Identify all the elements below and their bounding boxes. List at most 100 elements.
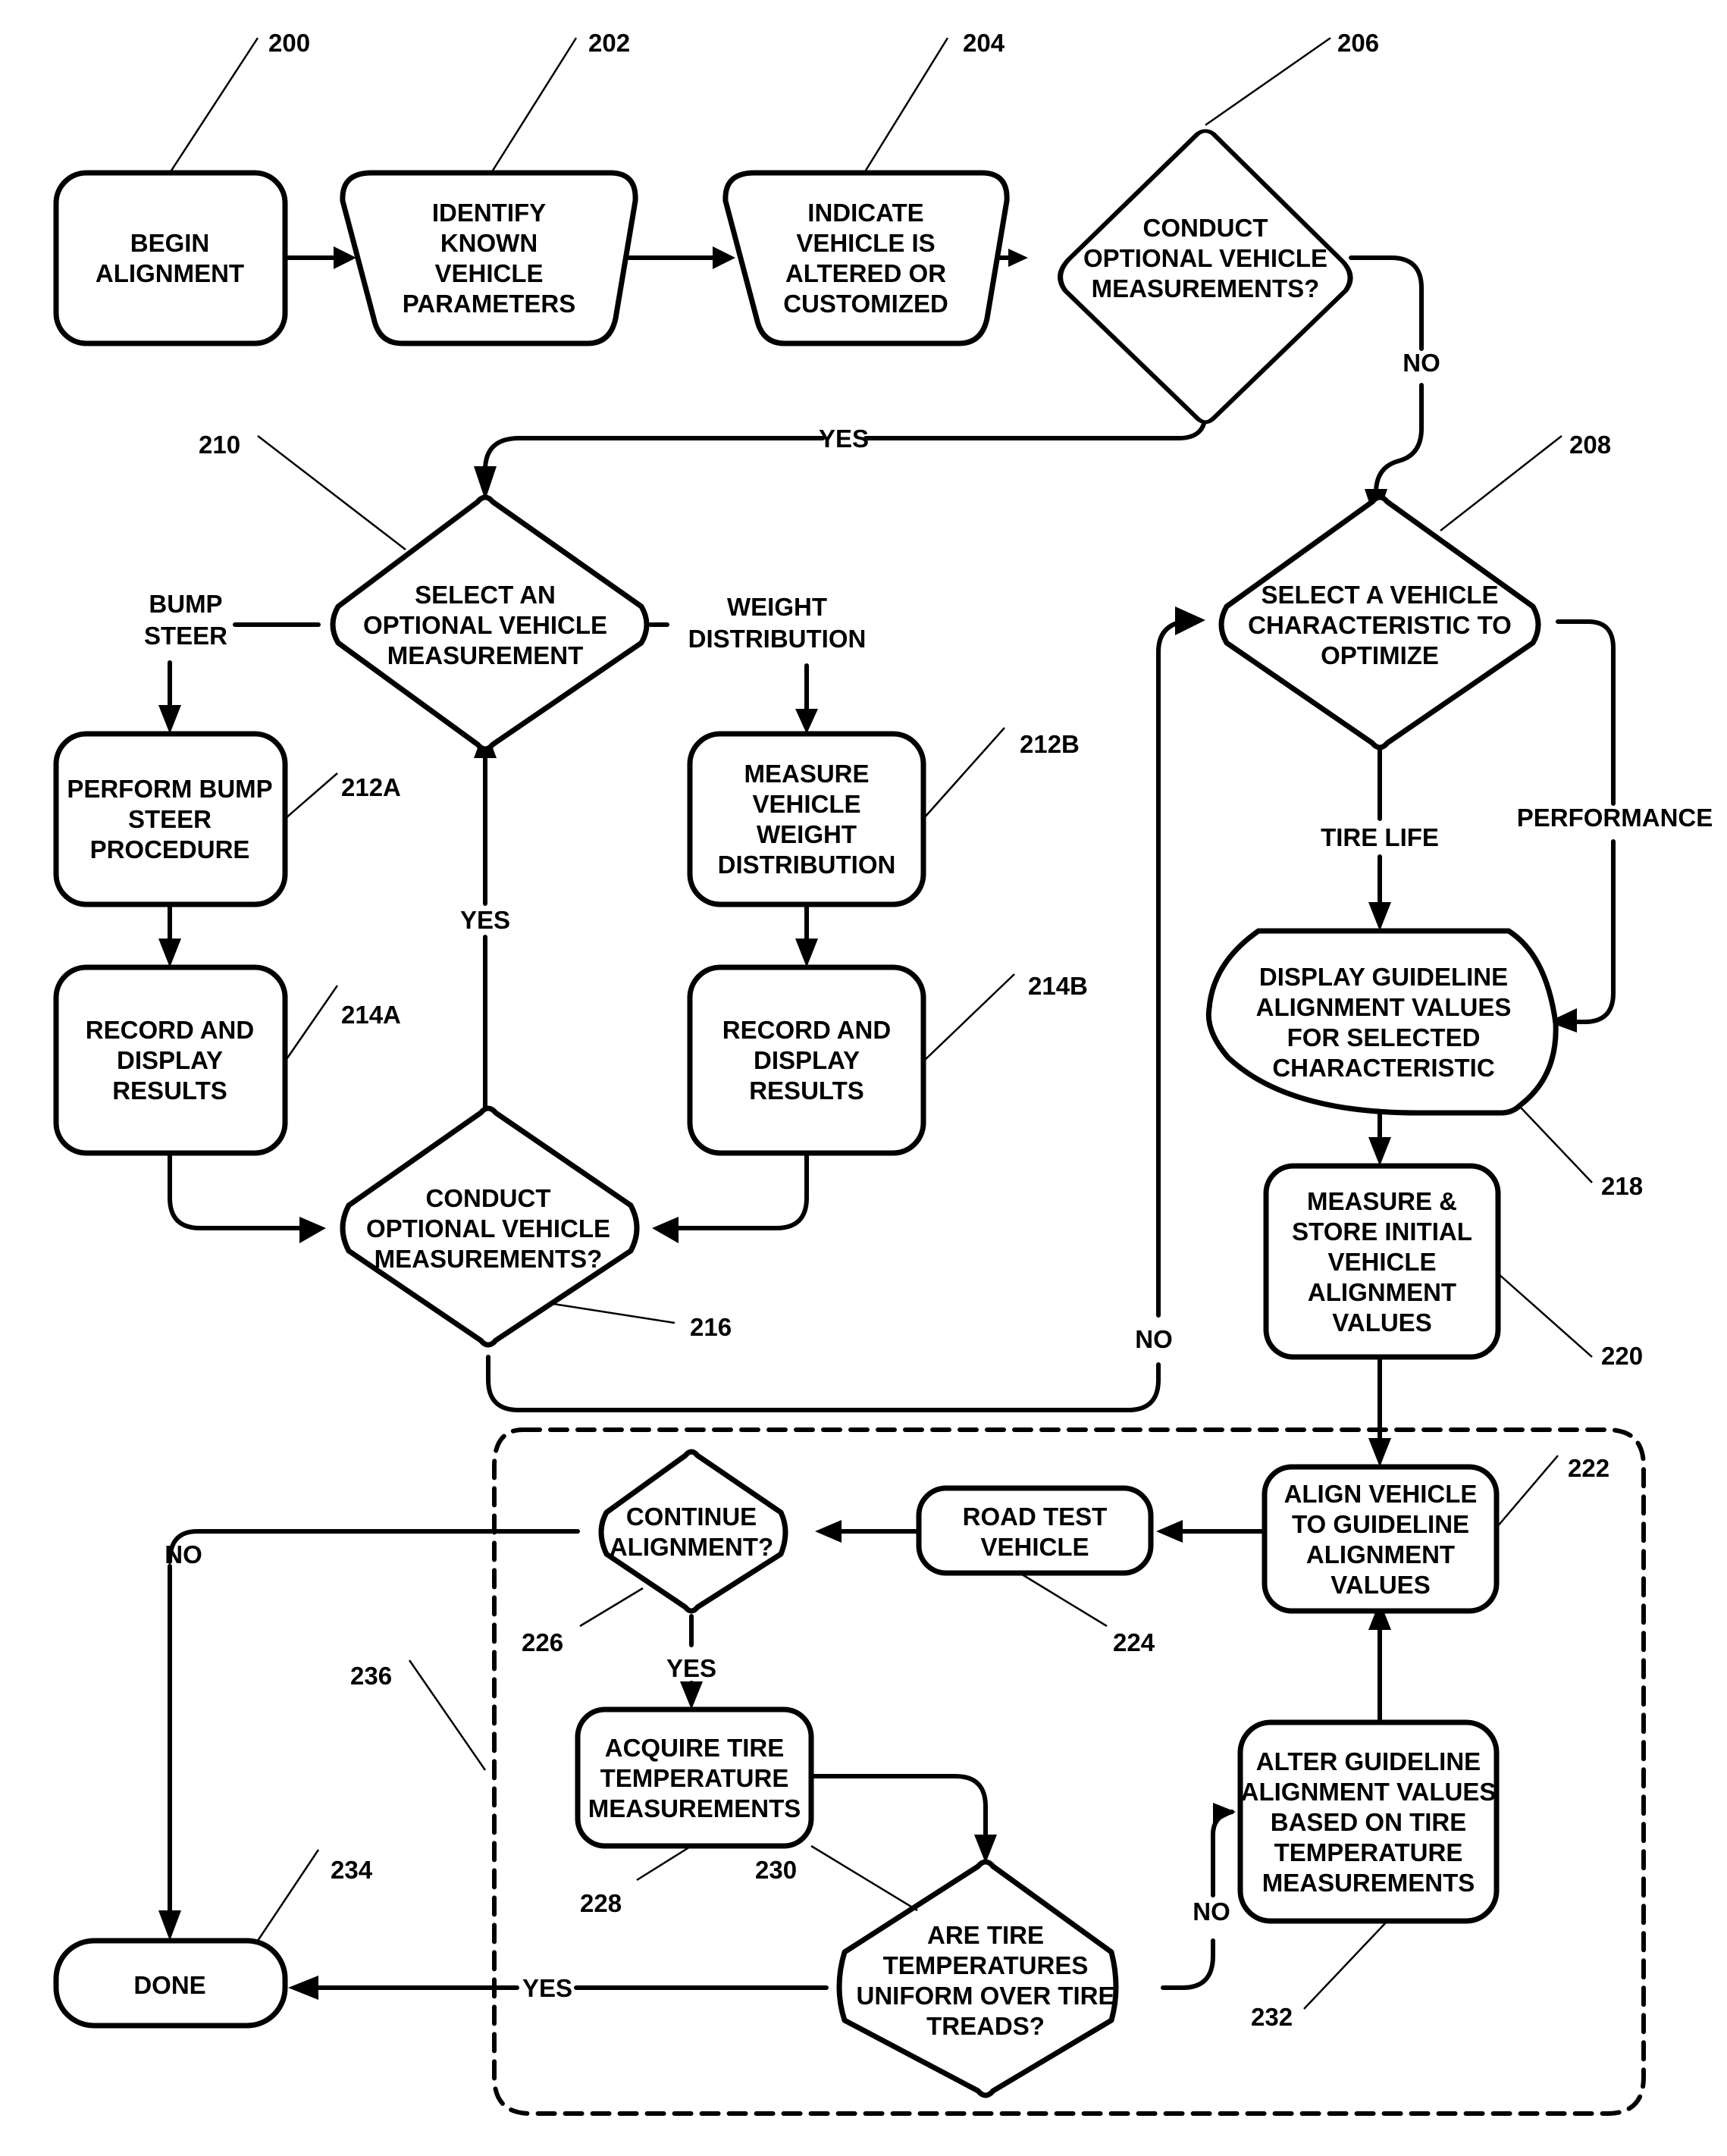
reference-number-200: 200 [268, 29, 310, 57]
reference-number-206: 206 [1337, 29, 1379, 57]
node-label-216: MEASUREMENTS? [375, 1245, 603, 1273]
edge-label-e206-yes: YES [819, 425, 869, 453]
node-label-202: PARAMETERS [403, 290, 576, 318]
leader-206 [1205, 36, 1331, 127]
node-200-begin-alignment[interactable] [53, 170, 288, 346]
node-label-204: INDICATE [807, 199, 923, 227]
node-label-222: TO GUIDELINE [1292, 1510, 1469, 1538]
edge-label-e230-yes: YES [522, 1974, 572, 2002]
node-label-202: KNOWN [440, 229, 538, 257]
reference-number-234: 234 [331, 1856, 373, 1884]
node-label-202: VEHICLE [434, 259, 543, 287]
edge-label-e226-no: NO [165, 1540, 202, 1568]
leader-228 [636, 1844, 692, 1882]
node-label-214B: DISPLAY [754, 1046, 860, 1074]
node-label-232: TEMPERATURE [1274, 1838, 1463, 1866]
edge-214A-216 [168, 1150, 306, 1230]
reference-number-232: 232 [1251, 2003, 1293, 2031]
alignment-flowchart: BEGINALIGNMENTIDENTIFYKNOWNVEHICLEPARAME… [53, 29, 1713, 2116]
arrowhead-234-from-230 [288, 1976, 318, 2000]
reference-number-222: 222 [1568, 1454, 1609, 1482]
reference-number-210: 210 [199, 431, 240, 459]
arrowhead-218 [1368, 902, 1391, 931]
node-label-212B: VEHICLE [752, 790, 860, 818]
node-label-226: ALIGNMENT? [610, 1533, 773, 1561]
node-label-224: VEHICLE [980, 1533, 1089, 1561]
node-label-212B: DISTRIBUTION [718, 851, 896, 879]
reference-number-226: 226 [522, 1628, 563, 1656]
arrowhead-220 [1368, 1137, 1391, 1166]
reference-number-220: 220 [1601, 1342, 1643, 1370]
arrowhead-230 [974, 1835, 997, 1863]
reference-number-212A: 212A [341, 773, 401, 801]
edge-label-e210-weight: DISTRIBUTION [688, 625, 867, 653]
node-label-228: TEMPERATURE [600, 1764, 789, 1792]
edge-label-e208-tire: TIRE LIFE [1321, 823, 1439, 851]
arrowhead-234-from-226 [158, 1910, 181, 1941]
reference-number-214B: 214B [1028, 972, 1088, 1000]
node-label-222: VALUES [1331, 1571, 1430, 1599]
node-label-214A: RECORD AND [86, 1016, 254, 1044]
leader-236 [408, 1659, 487, 1771]
leader-212A [284, 772, 338, 819]
node-label-206: MEASUREMENTS? [1092, 274, 1320, 302]
leader-210 [257, 435, 406, 550]
reference-number-204: 204 [963, 29, 1005, 57]
node-label-212B: MEASURE [744, 760, 869, 788]
arrowhead-216-left [299, 1217, 326, 1243]
node-label-210: SELECT AN [415, 581, 556, 609]
node-label-218: DISPLAY GUIDELINE [1259, 963, 1508, 991]
arrowhead-212A [158, 705, 181, 734]
leader-234 [256, 1849, 320, 1941]
node-label-230: UNIFORM OVER TIRE [856, 1982, 1114, 2010]
node-label-226: CONTINUE [626, 1503, 757, 1531]
node-label-210: OPTIONAL VEHICLE [363, 611, 607, 639]
edge-label-e216-yes: YES [460, 906, 510, 934]
reference-number-202: 202 [588, 29, 630, 57]
edge-226-no [168, 1529, 580, 1920]
edge-label-e226-yes: YES [666, 1654, 716, 1682]
node-label-228: MEASUREMENTS [588, 1794, 801, 1822]
arrowhead-206 [1008, 249, 1028, 267]
leader-214A [284, 985, 339, 1062]
node-218-display-guideline[interactable] [1205, 928, 1559, 1116]
node-226-decision[interactable] [598, 1449, 788, 1614]
edge-label-e206-no: NO [1403, 349, 1440, 377]
node-label-214A: RESULTS [112, 1076, 227, 1105]
edge-label-e216-no: NO [1135, 1325, 1173, 1353]
reference-number-218: 218 [1601, 1172, 1643, 1200]
leader-214B [923, 973, 1015, 1062]
node-label-204: VEHICLE IS [796, 229, 935, 257]
reference-number-236: 236 [350, 1662, 392, 1690]
node-label-212A: PERFORM BUMP [67, 775, 272, 803]
node-label-214B: RESULTS [749, 1076, 864, 1105]
node-label-232: BASED ON TIRE [1271, 1808, 1467, 1836]
arrowhead-214B [795, 939, 818, 967]
edge-label-e210-weight: WEIGHT [727, 593, 827, 621]
node-label-220: STORE INITIAL [1292, 1217, 1472, 1246]
leader-216 [553, 1302, 675, 1324]
leader-224 [1019, 1572, 1108, 1628]
leader-218 [1519, 1106, 1593, 1183]
reference-number-228: 228 [580, 1889, 622, 1917]
node-label-230: TEMPERATURES [883, 1951, 1089, 1979]
node-label-220: ALIGNMENT [1308, 1278, 1456, 1306]
node-label-212B: WEIGHT [757, 820, 857, 848]
edge-228-230 [809, 1774, 988, 1837]
node-label-220: VALUES [1332, 1308, 1431, 1337]
node-label-232: ALTER GUIDELINE [1256, 1747, 1481, 1775]
node-label-214B: RECORD AND [722, 1016, 891, 1044]
node-label-230: TREADS? [926, 2012, 1045, 2040]
arrowhead-228 [680, 1681, 703, 1709]
node-label-222: ALIGN VEHICLE [1284, 1480, 1478, 1508]
leader-226 [579, 1587, 644, 1628]
arrowhead-214A [158, 939, 181, 967]
leader-208 [1440, 435, 1562, 531]
node-label-210: MEASUREMENT [387, 641, 584, 669]
reference-number-224: 224 [1113, 1628, 1155, 1656]
arrowhead-224 [1156, 1520, 1183, 1543]
node-label-232: ALIGNMENT VALUES [1241, 1778, 1497, 1806]
node-label-208: CHARACTERISTIC TO [1248, 611, 1512, 639]
node-label-218: CHARACTERISTIC [1272, 1054, 1494, 1082]
leader-204 [863, 37, 949, 174]
